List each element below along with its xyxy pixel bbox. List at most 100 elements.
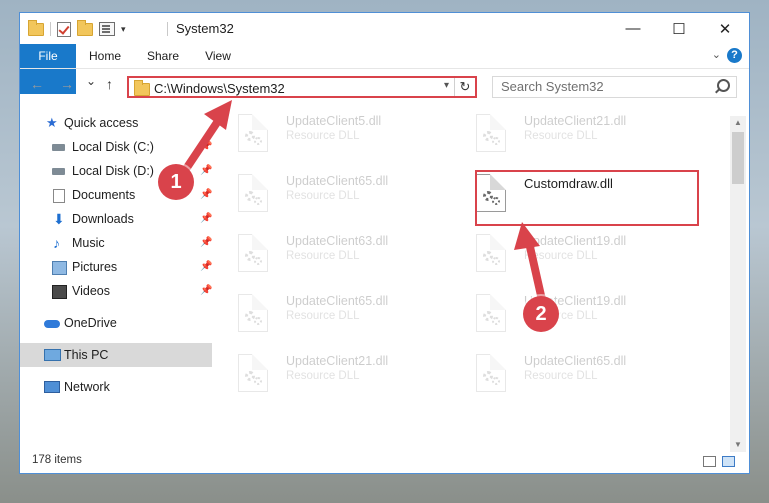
search-input[interactable]: Search System32	[501, 79, 604, 94]
help-icon[interactable]: ?	[727, 48, 742, 63]
file-list: UpdateClient5.dll Resource DLL UpdateCli…	[220, 102, 730, 447]
new-folder-icon[interactable]	[77, 19, 93, 36]
up-button[interactable]: ↑	[106, 76, 113, 92]
file-name: UpdateClient21.dll	[286, 354, 389, 368]
chevron-down-icon[interactable]: ▾	[444, 80, 449, 91]
pin-icon[interactable]: 📌	[200, 279, 212, 303]
file-highlight-box	[475, 170, 699, 226]
dll-file-icon	[238, 354, 268, 392]
pictures-icon	[52, 261, 67, 275]
tab-share[interactable]: Share	[140, 44, 186, 68]
close-button[interactable]: ✕	[702, 13, 748, 44]
dll-file-icon	[476, 114, 506, 152]
step-1-badge: 1	[158, 164, 194, 200]
expand-ribbon-icon[interactable]: ⌄	[712, 48, 721, 61]
scroll-up-icon[interactable]: ▲	[730, 116, 746, 130]
list-item[interactable]: UpdateClient65.dll Resource DLL	[220, 290, 440, 340]
dll-file-icon	[476, 294, 506, 332]
address-path[interactable]: C:\Windows\System32	[154, 81, 285, 96]
list-item[interactable]: UpdateClient21.dll Resource DLL	[220, 350, 440, 400]
search-icon	[717, 79, 730, 92]
file-type: Resource DLL	[286, 310, 360, 322]
folder-icon	[28, 19, 44, 36]
file-explorer-window: ▾ System32 — ☐ ✕ File Home Share View ⌄ …	[19, 12, 750, 474]
sidebar-item-local-disk-c[interactable]: Local Disk (C:) 📌	[20, 135, 212, 159]
tab-home[interactable]: Home	[82, 44, 128, 68]
folder-icon	[134, 80, 150, 96]
file-type: Resource DLL	[286, 370, 360, 382]
list-item[interactable]: UpdateClient63.dll Resource DLL	[220, 230, 440, 280]
dll-file-icon	[476, 354, 506, 392]
file-name: UpdateClient65.dll	[286, 174, 389, 188]
sidebar-item-label: Documents	[72, 188, 136, 202]
toolbar-divider	[50, 22, 51, 36]
customize-icon[interactable]	[99, 22, 115, 36]
file-name: UpdateClient19.dll	[524, 234, 627, 248]
forward-button[interactable]: →	[60, 76, 74, 92]
qat-dropdown-icon[interactable]: ▾	[121, 24, 126, 35]
list-item[interactable]: UpdateClient19.dll Resource DLL	[458, 230, 678, 280]
file-name: UpdateClient21.dll	[524, 114, 627, 128]
sidebar-item-label: Network	[64, 380, 110, 394]
dll-file-icon	[476, 234, 506, 272]
list-item[interactable]: UpdateClient21.dll Resource DLL	[458, 110, 678, 160]
dll-file-icon	[238, 234, 268, 272]
details-view-icon[interactable]	[703, 456, 716, 467]
pin-icon[interactable]: 📌	[200, 231, 212, 255]
sidebar-item-videos[interactable]: Videos 📌	[20, 279, 212, 303]
pin-icon[interactable]: 📌	[200, 183, 212, 207]
sidebar-item-onedrive[interactable]: OneDrive	[20, 311, 212, 335]
refresh-button[interactable]: ↻	[454, 78, 475, 96]
address-bar[interactable]: C:\Windows\System32 ▾ ↻	[127, 76, 477, 98]
dll-file-icon	[238, 174, 268, 212]
vertical-scrollbar[interactable]: ▲ ▼	[730, 116, 746, 452]
pin-icon[interactable]: 📌	[200, 207, 212, 231]
drive-icon	[52, 144, 65, 151]
onedrive-icon	[44, 320, 60, 328]
file-type: Resource DLL	[524, 370, 598, 382]
file-type: Resource DLL	[524, 130, 598, 142]
list-item[interactable]: UpdateClient5.dll Resource DLL	[220, 110, 440, 160]
navigation-bar: ← → ⌄ ↑ C:\Windows\System32 ▾ ↻ Search S…	[20, 68, 749, 102]
sidebar-item-label: Local Disk (D:)	[72, 164, 154, 178]
pin-icon[interactable]: 📌	[200, 135, 212, 159]
sidebar-item-label: Local Disk (C:)	[72, 140, 154, 154]
properties-check-icon[interactable]	[57, 21, 71, 37]
list-item[interactable]: UpdateClient65.dll Resource DLL	[458, 350, 678, 400]
pin-icon[interactable]: 📌	[200, 255, 212, 279]
sidebar-item-quick-access[interactable]: ★ Quick access	[20, 111, 212, 135]
documents-icon	[53, 189, 65, 203]
list-item[interactable]: UpdateClient19.dll Resource DLL	[458, 290, 678, 340]
sidebar-item-pictures[interactable]: Pictures 📌	[20, 255, 212, 279]
file-type: Resource DLL	[286, 190, 360, 202]
file-type: Resource DLL	[286, 250, 360, 262]
file-name: UpdateClient65.dll	[286, 294, 389, 308]
sidebar-item-this-pc[interactable]: This PC	[20, 343, 212, 367]
recent-locations-button[interactable]: ⌄	[86, 74, 96, 88]
list-item[interactable]: UpdateClient65.dll Resource DLL	[220, 170, 440, 220]
sidebar-item-label: Music	[72, 236, 105, 250]
sidebar-item-network[interactable]: Network	[20, 375, 212, 399]
back-button[interactable]: ←	[30, 76, 44, 92]
window-title: System32	[176, 21, 234, 36]
status-bar: 178 items	[20, 450, 749, 474]
videos-icon	[52, 285, 67, 299]
file-name: UpdateClient65.dll	[524, 354, 627, 368]
sidebar-item-downloads[interactable]: ⬇ Downloads 📌	[20, 207, 212, 231]
pin-icon[interactable]: 📌	[200, 159, 212, 183]
sidebar-item-label: OneDrive	[64, 316, 117, 330]
minimize-button[interactable]: —	[610, 13, 656, 44]
search-box[interactable]: Search System32	[492, 76, 737, 98]
file-name: UpdateClient63.dll	[286, 234, 389, 248]
quick-access-toolbar: ▾	[28, 19, 126, 39]
star-icon: ★	[46, 115, 58, 130]
maximize-button[interactable]: ☐	[656, 13, 702, 44]
scrollbar-thumb[interactable]	[732, 132, 744, 184]
tab-view[interactable]: View	[196, 44, 240, 68]
download-icon: ⬇	[53, 211, 65, 227]
sidebar-item-music[interactable]: ♪ Music 📌	[20, 231, 212, 255]
music-icon: ♪	[53, 235, 60, 251]
drive-icon	[52, 168, 65, 175]
large-icons-view-icon[interactable]	[722, 456, 735, 467]
file-name: UpdateClient5.dll	[286, 114, 382, 128]
